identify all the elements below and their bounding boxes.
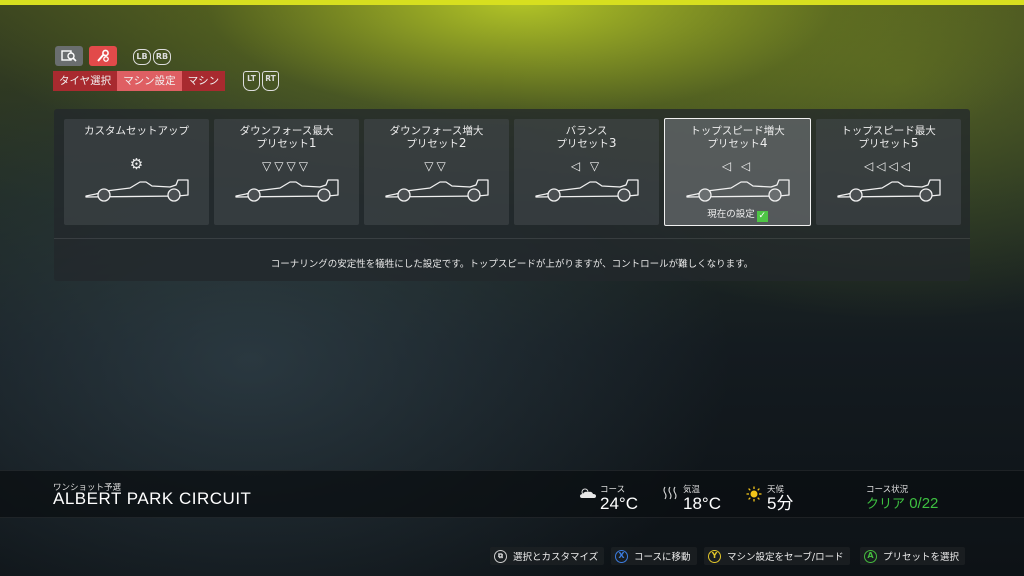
tab-tire-select[interactable]: タイヤ選択 [53, 71, 118, 91]
downforce-arrows-icon: ▽▽ [424, 159, 449, 173]
downforce-arrows-icon: ▽▽▽▽ [262, 159, 311, 173]
cloud-sun-icon [580, 488, 596, 498]
preset-card-1[interactable]: ダウンフォース最大 プリセット1 ▽▽▽▽ [214, 119, 359, 225]
preset-title: トップスピード増大 [690, 125, 785, 137]
preset-title: ダウンフォース増大 [389, 125, 484, 137]
preset-subtitle: プリセット4 [707, 136, 768, 150]
preset-subtitle: プリセット3 [556, 136, 617, 150]
save-load-setup-hint[interactable]: Y マシン設定をセーブ/ロード [704, 547, 850, 565]
rt-trigger-icon[interactable]: RT [262, 71, 279, 91]
top-accent-line [0, 0, 1024, 5]
tab-machine[interactable]: マシン [181, 71, 226, 91]
f1-car-icon [837, 179, 941, 202]
f1-car-icon [235, 179, 339, 202]
current-setting-label: 現在の設定 ✓ [707, 209, 768, 222]
wrench-icon[interactable] [89, 46, 117, 66]
sun-icon [746, 486, 762, 502]
search-settings-icon[interactable] [55, 46, 83, 66]
preset-subtitle: プリセット5 [858, 136, 919, 150]
balance-arrows-icon: ◁ ▽ [570, 159, 603, 173]
track-status: コース状況 クリア 0/22 [866, 485, 939, 512]
heat-waves-icon [663, 486, 677, 500]
select-customize-hint[interactable]: ⧉ 選択とカスタマイズ [490, 547, 605, 565]
gear-icon: ⚙ [129, 155, 144, 173]
preset-title: カスタムセットアップ [84, 125, 189, 137]
panel-divider [54, 238, 970, 239]
rb-button-icon[interactable]: RB [153, 49, 171, 65]
move-to-course-hint[interactable]: X コースに移動 [611, 547, 697, 565]
top-speed-arrows-icon: ◁◁◁◁ [864, 159, 913, 173]
preset-card-2[interactable]: ダウンフォース増大 プリセット2 ▽▽ [364, 119, 509, 225]
air-temp: 気温 18°C [683, 485, 721, 513]
preset-card-3[interactable]: バランス プリセット3 ◁ ▽ [514, 119, 659, 225]
lb-button-icon[interactable]: LB [133, 49, 151, 65]
a-button-icon: A [864, 549, 877, 563]
preset-description: コーナリングの安定性を犠牲にした設定です。トップスピードが上がりますが、コントロ… [270, 259, 754, 270]
f1-car-icon [85, 179, 189, 202]
preset-subtitle: プリセット1 [256, 136, 317, 150]
preset-subtitle: プリセット2 [406, 136, 467, 150]
top-speed-arrows-icon: ◁ ◁ [721, 159, 754, 173]
preset-cards: カスタムセットアップ ⚙ ダウンフォース最大 プリセット1 ▽▽▽▽ ダウンフォ… [64, 118, 961, 226]
tab-machine-setup[interactable]: マシン設定 [117, 71, 182, 91]
preset-card-5[interactable]: トップスピード最大 プリセット5 ◁◁◁◁ [816, 119, 961, 225]
circuit-name: ALBERT PARK CIRCUIT [53, 489, 252, 508]
weather-forecast: 天候 5分 [767, 485, 794, 513]
preset-card-custom[interactable]: カスタムセットアップ ⚙ [64, 119, 209, 225]
preset-title: ダウンフォース最大 [239, 125, 334, 137]
preset-card-4-selected[interactable]: トップスピード増大 プリセット4 ◁ ◁ 現在の設定 ✓ [664, 118, 811, 226]
x-button-icon: X [615, 549, 628, 563]
f1-car-icon [385, 179, 489, 202]
check-icon: ✓ [756, 211, 768, 222]
f1-car-icon [686, 179, 790, 202]
y-button-icon: Y [708, 549, 721, 563]
preset-title: トップスピード最大 [841, 125, 936, 137]
lt-trigger-icon[interactable]: LT [243, 71, 260, 91]
view-button-icon: ⧉ [494, 549, 507, 563]
select-preset-hint[interactable]: A プリセットを選択 [860, 547, 966, 565]
setup-tabs: タイヤ選択 マシン設定 マシン [53, 71, 226, 91]
f1-car-icon [535, 179, 639, 202]
track-temp: コース 24°C [600, 485, 638, 513]
preset-title: バランス [565, 125, 608, 137]
